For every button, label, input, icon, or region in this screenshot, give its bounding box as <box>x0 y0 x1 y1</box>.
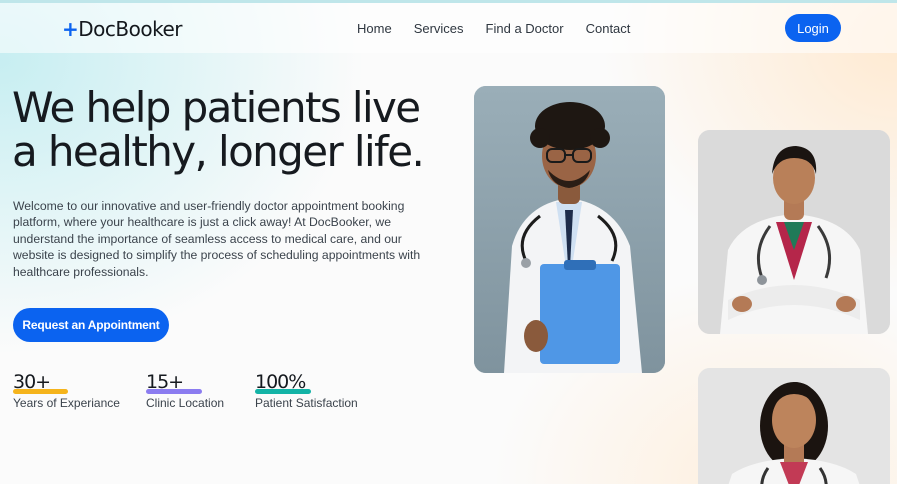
stat-number: 30+ <box>13 371 51 393</box>
stat-label: Years of Experiance <box>13 396 120 410</box>
doctor-female-illustration-2 <box>698 368 890 484</box>
logo-text: DocBooker <box>78 17 182 41</box>
landing-page: +DocBooker Home Services Find a Doctor C… <box>0 0 897 484</box>
stat-satisfaction: 100% Patient Satisfaction <box>255 370 358 410</box>
login-button[interactable]: Login <box>785 14 841 42</box>
hero-title-line-1: We help patients live <box>12 83 421 132</box>
doctor-female-illustration-1 <box>698 130 890 334</box>
stat-value: 30+ <box>13 370 68 394</box>
stat-value: 15+ <box>146 370 202 394</box>
stat-experience: 30+ Years of Experiance <box>13 370 120 410</box>
doctor-female-photo-1 <box>698 130 890 334</box>
nav-home[interactable]: Home <box>357 21 392 36</box>
nav-contact[interactable]: Contact <box>586 21 631 36</box>
navbar: +DocBooker Home Services Find a Doctor C… <box>0 3 897 53</box>
nav-links: Home Services Find a Doctor Contact <box>357 21 630 36</box>
request-appointment-button[interactable]: Request an Appointment <box>13 308 169 342</box>
doctor-male-photo <box>474 86 665 373</box>
stat-label: Patient Satisfaction <box>255 396 358 410</box>
nav-find-a-doctor[interactable]: Find a Doctor <box>486 21 564 36</box>
stat-label: Clinic Location <box>146 396 225 410</box>
stat-number: 100% <box>255 371 306 393</box>
logo[interactable]: +DocBooker <box>62 17 182 41</box>
nav-services[interactable]: Services <box>414 21 464 36</box>
hero-title-line-2: a healthy, longer life. <box>12 127 425 176</box>
stat-number: 15+ <box>146 371 184 393</box>
stat-value: 100% <box>255 370 311 394</box>
hero-description: Welcome to our innovative and user-frien… <box>13 199 421 279</box>
doctor-male-illustration <box>474 86 665 373</box>
stat-clinics: 15+ Clinic Location <box>146 370 224 410</box>
logo-plus-icon: + <box>62 17 79 41</box>
hero-title: We help patients live a healthy, longer … <box>12 86 452 174</box>
doctor-female-photo-2 <box>698 368 890 484</box>
